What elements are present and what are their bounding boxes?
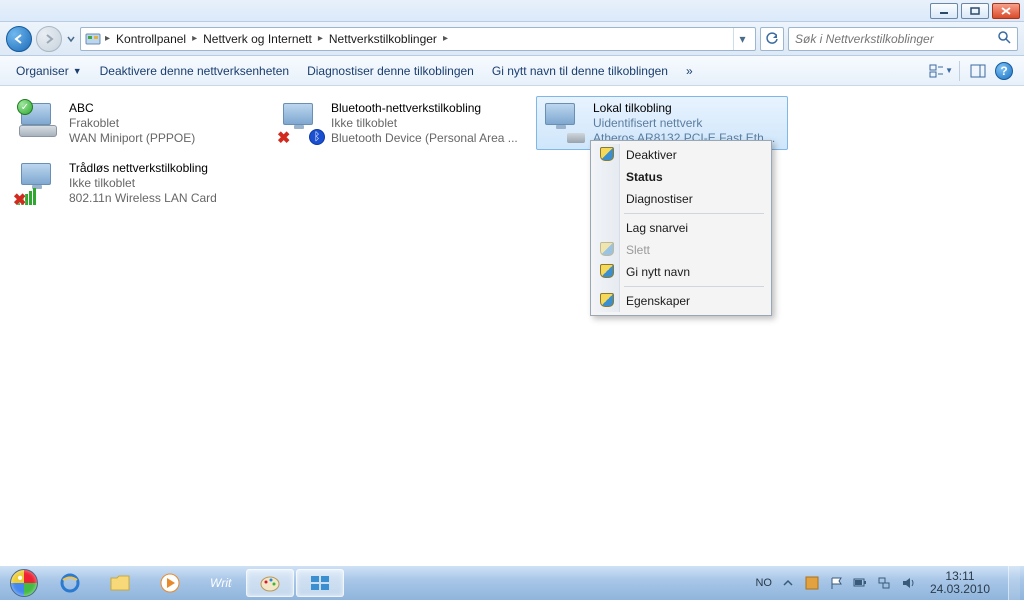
command-bar: Organiser▼ Deaktivere denne nettverksenh… [0,56,1024,86]
connection-item[interactable]: ✖ Trådløs nettverkstilkobling Ikke tilko… [12,156,264,210]
view-options-button[interactable]: ▼ [929,59,953,83]
address-bar[interactable]: ▸ Kontrollpanel ▸ Nettverk og Internett … [80,27,756,51]
show-desktop-button[interactable] [1008,566,1020,600]
connection-status: Frakoblet [69,116,195,130]
clock[interactable]: 13:11 24.03.2010 [924,570,996,596]
content-area: ✓ ABC Frakoblet WAN Miniport (PPPOE) ✖ ᛒ… [0,86,1024,566]
shield-icon [600,293,614,307]
connection-device: Bluetooth Device (Personal Area ... [331,131,518,145]
ctx-status[interactable]: Status [594,166,768,188]
diagnose-connection-button[interactable]: Diagnostiser denne tilkoblingen [299,60,482,82]
ctx-rename[interactable]: Gi nytt navn [594,261,768,283]
connection-status: Ikke tilkoblet [69,176,217,190]
taskbar: Write NO 13:11 24.03.2010 [0,566,1024,600]
address-dropdown-icon[interactable]: ▾ [733,28,751,50]
control-panel-icon [85,31,101,47]
breadcrumb-item[interactable]: Kontrollpanel [114,32,188,46]
history-dropdown-icon[interactable] [66,32,76,46]
help-icon: ? [995,62,1013,80]
media-player-icon [159,572,181,594]
ethernet-plug-icon [567,133,585,143]
shield-icon [600,242,614,256]
connection-status: Uidentifisert nettverk [593,116,781,130]
connection-name: Trådløs nettverkstilkobling [69,161,217,175]
connection-item[interactable]: ✖ ᛒ Bluetooth-nettverkstilkobling Ikke t… [274,96,526,150]
tray-flag-icon[interactable] [828,575,844,591]
tray-chevron-icon[interactable] [780,575,796,591]
organize-menu[interactable]: Organiser▼ [8,60,90,82]
windows-orb-icon [10,569,38,597]
rename-connection-button[interactable]: Gi nytt navn til denne tilkoblingen [484,60,676,82]
shield-icon [600,147,614,161]
shield-icon [600,264,614,278]
connection-name: Bluetooth-nettverkstilkobling [331,101,518,115]
chevron-right-icon[interactable]: ▸ [441,33,450,44]
forward-button[interactable] [36,26,62,52]
context-menu: Deaktiver Status Diagnostiser Lag snarve… [590,140,772,316]
connection-item[interactable]: ✓ ABC Frakoblet WAN Miniport (PPPOE) [12,96,264,150]
tray-app-icon[interactable] [804,575,820,591]
separator [624,286,764,287]
ctx-diagnose[interactable]: Diagnostiser [594,188,768,210]
tray-volume-icon[interactable] [900,575,916,591]
tray-power-icon[interactable] [852,575,868,591]
ie-icon [59,572,81,594]
overflow-menu[interactable]: » [678,60,701,82]
connection-device: WAN Miniport (PPPOE) [69,131,195,145]
window-titlebar [0,0,1024,22]
status-error-icon: ✖ [277,131,293,147]
taskbar-app-ie[interactable] [46,569,94,597]
back-button[interactable] [6,26,32,52]
ctx-properties[interactable]: Egenskaper [594,290,768,312]
close-button[interactable] [992,3,1020,19]
search-input[interactable] [795,32,997,46]
search-box[interactable] [788,27,1018,51]
clock-date: 24.03.2010 [930,583,990,596]
separator [959,61,960,81]
folder-icon [109,573,131,593]
preview-pane-button[interactable] [966,59,990,83]
network-adapter-icon: ✖ ᛒ [281,101,323,143]
taskbar-app-wmp[interactable] [146,569,194,597]
taskbar-app-paint[interactable] [246,569,294,597]
connection-device: 802.11n Wireless LAN Card [69,191,217,205]
network-adapter-icon: ✖ [19,161,61,203]
network-adapter-icon [543,101,585,143]
connection-name: ABC [69,101,195,115]
connection-name: Lokal tilkobling [593,101,781,115]
search-icon[interactable] [997,30,1011,47]
breadcrumb-item[interactable]: Nettverk og Internett [201,32,314,46]
bluetooth-icon: ᛒ [309,129,325,145]
write-icon: Write [208,573,232,593]
system-tray: NO 13:11 24.03.2010 [755,566,1020,600]
refresh-button[interactable] [760,27,784,51]
disable-device-button[interactable]: Deaktivere denne nettverksenheten [92,60,297,82]
minimize-button[interactable] [930,3,958,19]
navigation-bar: ▸ Kontrollpanel ▸ Nettverk og Internett … [0,22,1024,56]
chevron-right-icon[interactable]: ▸ [316,33,325,44]
maximize-button[interactable] [961,3,989,19]
start-button[interactable] [4,568,44,598]
status-ok-icon: ✓ [17,99,33,115]
tray-network-icon[interactable] [876,575,892,591]
ctx-delete: Slett [594,239,768,261]
taskbar-app-switcher[interactable] [296,569,344,597]
language-indicator[interactable]: NO [755,577,772,589]
task-switcher-icon [309,574,331,592]
breadcrumb-item[interactable]: Nettverkstilkoblinger [327,32,439,46]
ctx-disable[interactable]: Deaktiver [594,144,768,166]
chevron-right-icon[interactable]: ▸ [103,33,112,44]
chevron-right-icon[interactable]: ▸ [190,33,199,44]
status-error-icon: ✖ [13,193,29,209]
ctx-create-shortcut[interactable]: Lag snarvei [594,217,768,239]
paint-icon [259,572,281,594]
separator [624,213,764,214]
taskbar-app-write[interactable]: Write [196,569,244,597]
svg-text:Write: Write [210,576,232,590]
taskbar-app-explorer[interactable] [96,569,144,597]
connection-status: Ikke tilkoblet [331,116,518,130]
help-button[interactable]: ? [992,59,1016,83]
modem-icon: ✓ [19,101,61,143]
